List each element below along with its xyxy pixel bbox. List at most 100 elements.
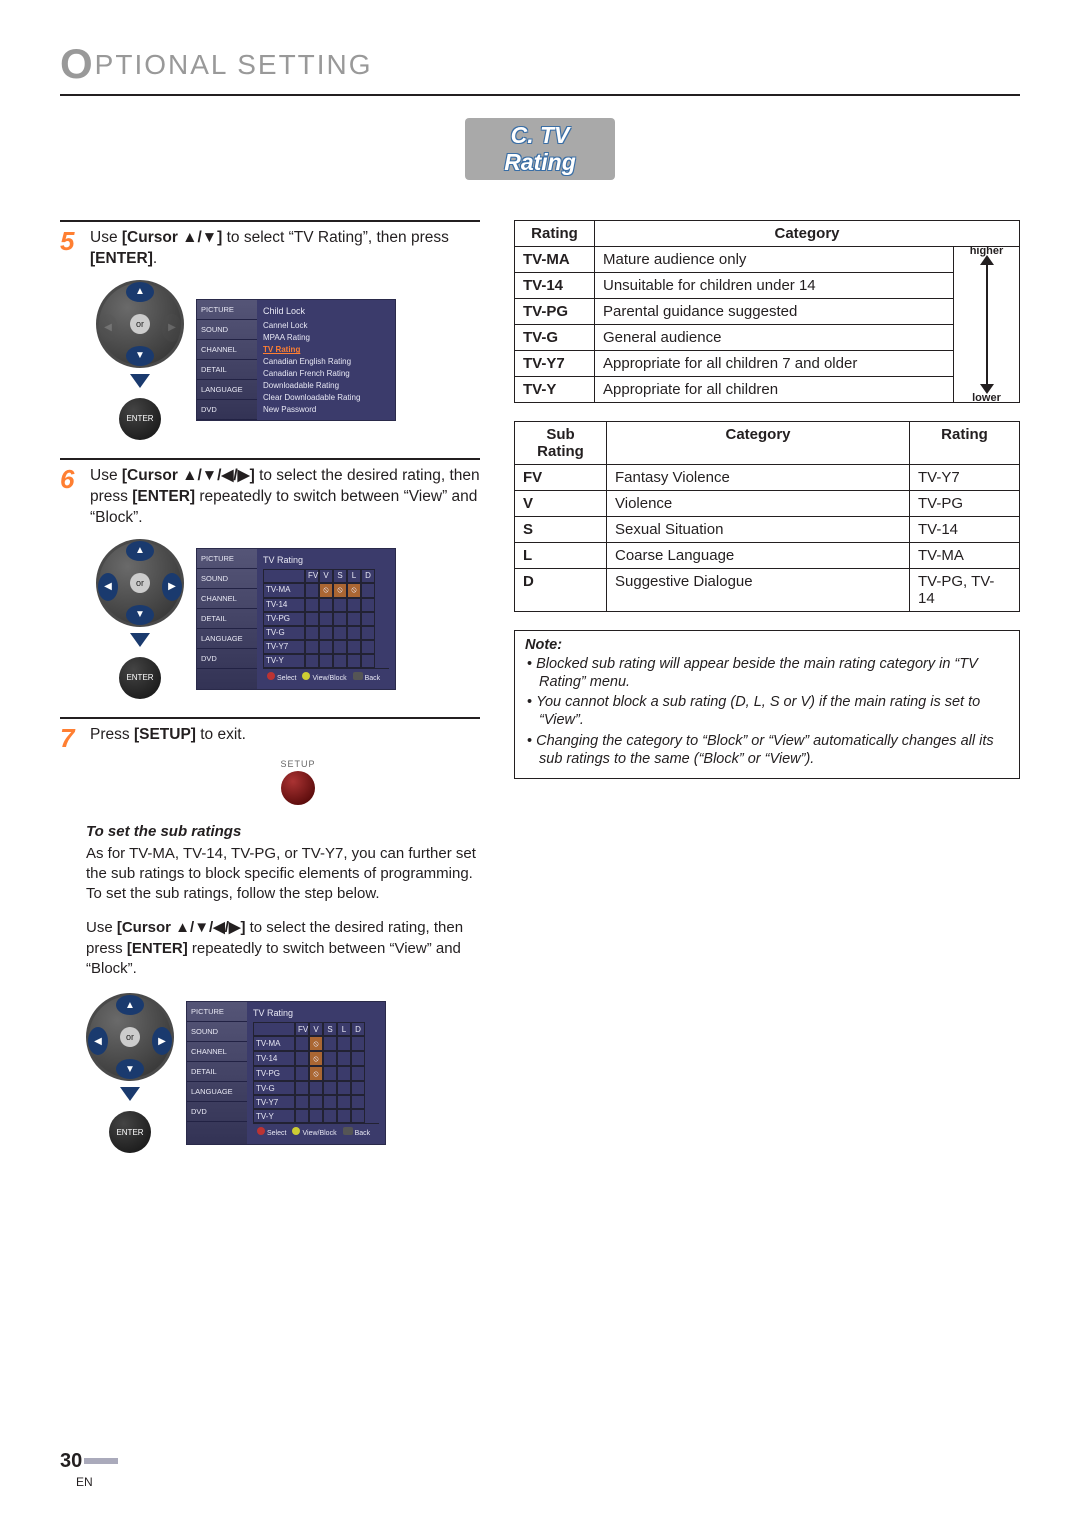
note-heading: Note: (525, 637, 1009, 653)
footer-bar-icon (84, 1458, 118, 1464)
osd-item: Clear Downloadable Rating (263, 392, 389, 404)
t: . (153, 250, 157, 267)
note-item: Blocked sub rating will appear beside th… (527, 655, 1009, 691)
dpad-left-icon: ◀ (88, 1027, 108, 1055)
osd-side-item: DETAIL (187, 1062, 247, 1082)
osd-side-item: PICTURE (187, 1002, 247, 1022)
osd-foot: View/Block (312, 675, 346, 682)
step-text: Use [Cursor ▲/▼/◀/▶] to select the desir… (90, 466, 480, 529)
note-item: Changing the category to “Block” or “Vie… (527, 732, 1009, 768)
osd-grid: FVVSLD TV-MA⦸ TV-14⦸ TV-PG⦸ TV-G TV-Y7 T… (253, 1022, 379, 1123)
t: [Cursor ▲/▼] (122, 229, 222, 246)
osd-side-item: SOUND (187, 1022, 247, 1042)
osd-side-item: DVD (197, 400, 257, 420)
setup-label: SETUP (280, 759, 315, 769)
page-header: OPTIONAL SETTING (60, 40, 1020, 88)
t: [Cursor ▲/▼/◀/▶] (117, 919, 246, 936)
table-row: TV-14Unsuitable for children under 14 (515, 273, 1020, 299)
th-rating: Rating (515, 221, 595, 247)
osd-side-item: LANGUAGE (197, 629, 257, 649)
step-text: Press [SETUP] to exit. (90, 725, 246, 746)
t: Use (90, 467, 122, 484)
dpad-left-icon: ◀ (98, 314, 118, 342)
osd-item: Canadian English Rating (263, 356, 389, 368)
step-number: 6 (60, 466, 82, 492)
t: [Cursor ▲/▼/◀/▶] (122, 467, 255, 484)
table-row: TV-YAppropriate for all children (515, 377, 1020, 403)
osd-side-item: LANGUAGE (197, 380, 257, 400)
osd-side-item: CHANNEL (197, 340, 257, 360)
th-category: Category (595, 221, 1020, 247)
remote-four-way-2: ▲ ▼ ◀ ▶ or ENTER (86, 993, 174, 1153)
table-row: LCoarse LanguageTV-MA (515, 543, 1020, 569)
osd-side-item: CHANNEL (187, 1042, 247, 1062)
osd-foot: Select (277, 675, 296, 682)
t: to exit. (196, 726, 246, 743)
rating-category-table: Rating Category TV-MA Mature audience on… (514, 220, 1020, 403)
th-category: Category (607, 422, 910, 465)
osd-side-item: DETAIL (197, 609, 257, 629)
dpad-down-icon: ▼ (116, 1059, 144, 1079)
t: [ENTER] (127, 940, 188, 957)
th-rating: Rating (910, 422, 1020, 465)
step-5: 5 Use [Cursor ▲/▼] to select “TV Rating”… (60, 220, 480, 440)
step-number: 5 (60, 228, 82, 254)
note-item: You cannot block a sub rating (D, L, S o… (527, 693, 1009, 729)
th-subrating: Sub Rating (515, 422, 607, 465)
table-row: DSuggestive DialogueTV-PG, TV-14 (515, 569, 1020, 612)
osd-title: TV Rating (263, 553, 389, 569)
enter-button-icon: ENTER (109, 1111, 151, 1153)
osd-child-lock: PICTURE SOUND CHANNEL DETAIL LANGUAGE DV… (196, 299, 396, 421)
osd-side-item: DETAIL (197, 360, 257, 380)
osd-side-item: DVD (187, 1102, 247, 1122)
table-row: TV-MA Mature audience only higher lower (515, 247, 1020, 273)
osd-side-item: CHANNEL (197, 589, 257, 609)
dpad-or-label: or (120, 1027, 140, 1047)
down-arrow-icon (120, 1087, 140, 1101)
osd-foot: Back (355, 1130, 371, 1137)
osd-side-item: PICTURE (197, 300, 257, 320)
step-rule (60, 458, 480, 460)
osd-title: TV Rating (253, 1006, 379, 1022)
osd-item: Cannel Lock (263, 320, 389, 332)
table-row: VViolenceTV-PG (515, 491, 1020, 517)
osd-foot: Select (267, 1130, 286, 1137)
subrat-heading: To set the sub ratings (86, 823, 480, 840)
rating-code: TV-MA (523, 251, 570, 268)
arrow-up-icon (980, 255, 994, 265)
subrat-p2: Use [Cursor ▲/▼/◀/▶] to select the desir… (86, 918, 480, 979)
severity-arrow: higher lower (954, 247, 1020, 403)
header-text: PTIONAL SETTING (95, 49, 373, 80)
osd-foot: Back (365, 675, 381, 682)
header-rule (60, 94, 1020, 96)
step-text: Use [Cursor ▲/▼] to select “TV Rating”, … (90, 228, 480, 270)
subrating-table: Sub Rating Category Rating FVFantasy Vio… (514, 421, 1020, 612)
t: [ENTER] (132, 488, 195, 505)
osd-item: New Password (263, 404, 389, 416)
osd-foot: View/Block (302, 1130, 336, 1137)
rating-desc: Mature audience only (595, 247, 954, 273)
dpad-right-icon: ▶ (152, 1027, 172, 1055)
page-number: 30 (60, 1450, 82, 1472)
remote-up-down: ▲ ▼ ◀ ▶ or ENTER (96, 280, 184, 440)
dpad-down-icon: ▼ (126, 346, 154, 366)
table-row: SSexual SituationTV-14 (515, 517, 1020, 543)
table-row: TV-GGeneral audience (515, 325, 1020, 351)
dpad-up-icon: ▲ (126, 541, 154, 561)
step-number: 7 (60, 725, 82, 751)
header-o: O (60, 40, 95, 87)
dpad-or-label: or (130, 573, 150, 593)
dpad-up-icon: ▲ (116, 995, 144, 1015)
arrow-label-lower: lower (954, 392, 1019, 404)
step-rule (60, 220, 480, 222)
osd-side-item: PICTURE (197, 549, 257, 569)
osd-item: MPAA Rating (263, 332, 389, 344)
down-arrow-icon (130, 374, 150, 388)
dpad-right-icon: ▶ (162, 573, 182, 601)
t: Press (90, 726, 134, 743)
dpad-up-icon: ▲ (126, 282, 154, 302)
osd-item-selected: TV Rating (263, 344, 389, 356)
table-row: FVFantasy ViolenceTV-Y7 (515, 465, 1020, 491)
osd-item: Canadian French Rating (263, 368, 389, 380)
step-7: 7 Press [SETUP] to exit. SETUP (60, 717, 480, 805)
